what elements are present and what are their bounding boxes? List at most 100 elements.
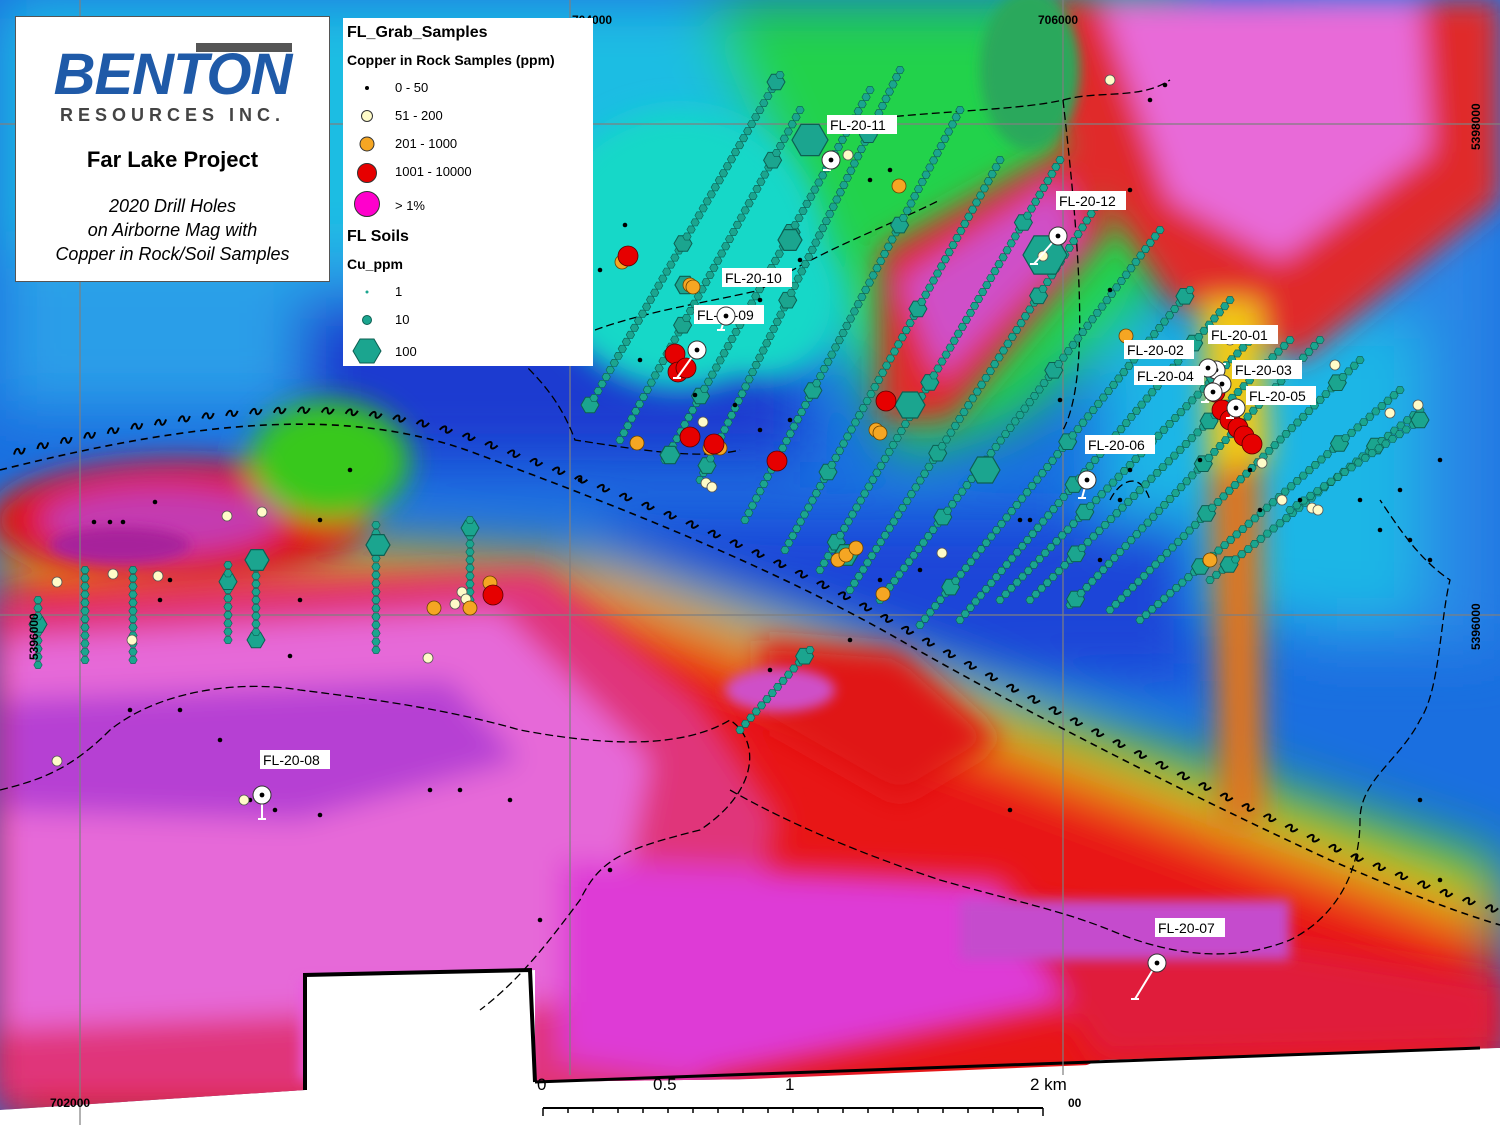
legend-item-grab-0-50: 0 - 50 <box>343 76 593 102</box>
soil-sample <box>1340 468 1350 477</box>
soil-sample <box>762 339 772 348</box>
soil-sample <box>1006 584 1016 593</box>
soil-sample <box>1064 243 1074 252</box>
map-view[interactable]: FL-20-01 FL-20-02 FL-20-03 FL-20-04 FL-20-05… <box>0 0 1500 1125</box>
soil-sample <box>1165 419 1175 428</box>
soil-sample <box>893 340 903 349</box>
soil-sample <box>743 127 753 136</box>
soil-sample <box>1006 239 1016 248</box>
soil-sample <box>778 444 788 453</box>
soil-sample <box>932 269 943 278</box>
rock-sample-0-50 <box>217 737 223 743</box>
soil-sample <box>1359 418 1369 427</box>
soil-sample <box>853 152 863 161</box>
rock-sample-0-50 <box>757 427 763 433</box>
soil-sample <box>699 384 709 393</box>
soil-sample <box>800 260 810 269</box>
soil-sample <box>884 524 895 533</box>
grid-label-5396000-left: 5396000 <box>27 613 41 660</box>
soil-sample <box>881 94 891 103</box>
soil-sample <box>1285 336 1295 344</box>
drill-hole-label: FL-20-06 <box>1088 437 1145 453</box>
soil-sample <box>846 314 856 323</box>
soil-sample <box>823 357 833 366</box>
soil-sample <box>917 177 927 186</box>
soil-sample <box>646 295 656 304</box>
soil-sample <box>688 406 698 415</box>
soil-sample <box>605 365 615 374</box>
soil-sample <box>251 612 261 620</box>
soil-sample <box>1106 515 1116 523</box>
rock-sample-0-50 <box>1437 877 1443 883</box>
soil-sample <box>852 503 862 512</box>
soil-sample <box>951 113 961 122</box>
soil-sample <box>950 421 960 430</box>
soil-sample <box>756 701 767 710</box>
soil-sample <box>633 316 644 325</box>
legend-item-soil-100: 100 <box>343 336 593 364</box>
soil-sample <box>847 510 858 519</box>
soil-sample <box>763 472 773 481</box>
soil-sample <box>900 420 910 429</box>
soil-sample <box>631 407 641 416</box>
soil-sample <box>787 120 797 129</box>
soil-sample <box>1190 520 1200 529</box>
soil-sample <box>1091 496 1101 505</box>
soil-sample <box>767 689 777 697</box>
soil-sample-high <box>659 445 681 465</box>
soil-sample <box>80 615 90 623</box>
soil-sample <box>1183 573 1193 582</box>
soil-sample <box>977 380 987 389</box>
soil-sample <box>1158 463 1168 472</box>
soil-sample <box>769 324 779 333</box>
soil-sample <box>619 428 629 437</box>
soil-sample <box>913 185 924 194</box>
soil-sample <box>858 404 868 413</box>
soil-sample <box>868 271 878 280</box>
soil-sample <box>887 235 897 244</box>
drill-hole-label: FL-20-11 <box>830 117 886 133</box>
drill-hole-label: FL-20-04 <box>1137 368 1194 384</box>
soil-sample <box>936 262 946 271</box>
soil-sample <box>681 314 692 322</box>
soil-sample <box>1383 396 1393 405</box>
soil-sample <box>642 302 652 311</box>
soil-sample <box>1250 514 1260 523</box>
rock-sample-0-50 <box>1107 287 1113 293</box>
soil-sample <box>223 569 233 578</box>
soil-sample <box>638 309 648 318</box>
soil-sample <box>371 637 381 646</box>
soil-sample <box>752 184 762 193</box>
soil-sample <box>795 106 805 114</box>
soil-sample <box>1135 486 1145 495</box>
soil-sample <box>849 159 859 168</box>
soil-sample <box>1164 457 1174 466</box>
soil-sample <box>880 454 890 463</box>
soil-sample <box>803 503 814 512</box>
soil-sample <box>783 127 793 136</box>
grid-label-706000: 706000 <box>1038 13 1078 27</box>
soil-sample <box>797 408 807 417</box>
soil-sample <box>959 408 969 417</box>
rock-sample-0-50 <box>1297 497 1303 503</box>
soil-sample <box>906 199 916 208</box>
soil-sample <box>128 566 138 574</box>
soil-sample <box>702 197 712 206</box>
soil-sample <box>1094 526 1104 535</box>
soil-sample <box>732 220 742 229</box>
soil-sample <box>985 367 995 376</box>
soil-sample <box>707 370 717 379</box>
soil-sample <box>1122 589 1132 597</box>
soil-sample <box>902 206 912 215</box>
soil-sample <box>1153 600 1163 608</box>
soil-sample <box>682 232 692 241</box>
soil-sample <box>1220 541 1230 549</box>
rock-sample-0-50 <box>317 517 323 523</box>
soil-sample <box>1039 183 1049 192</box>
rock-sample-0-50 <box>1257 507 1263 513</box>
soil-sample <box>995 156 1005 164</box>
soil-sample <box>870 382 880 391</box>
soil-sample <box>1181 440 1191 448</box>
soil-sample <box>739 134 749 143</box>
soil-sample <box>802 199 812 208</box>
